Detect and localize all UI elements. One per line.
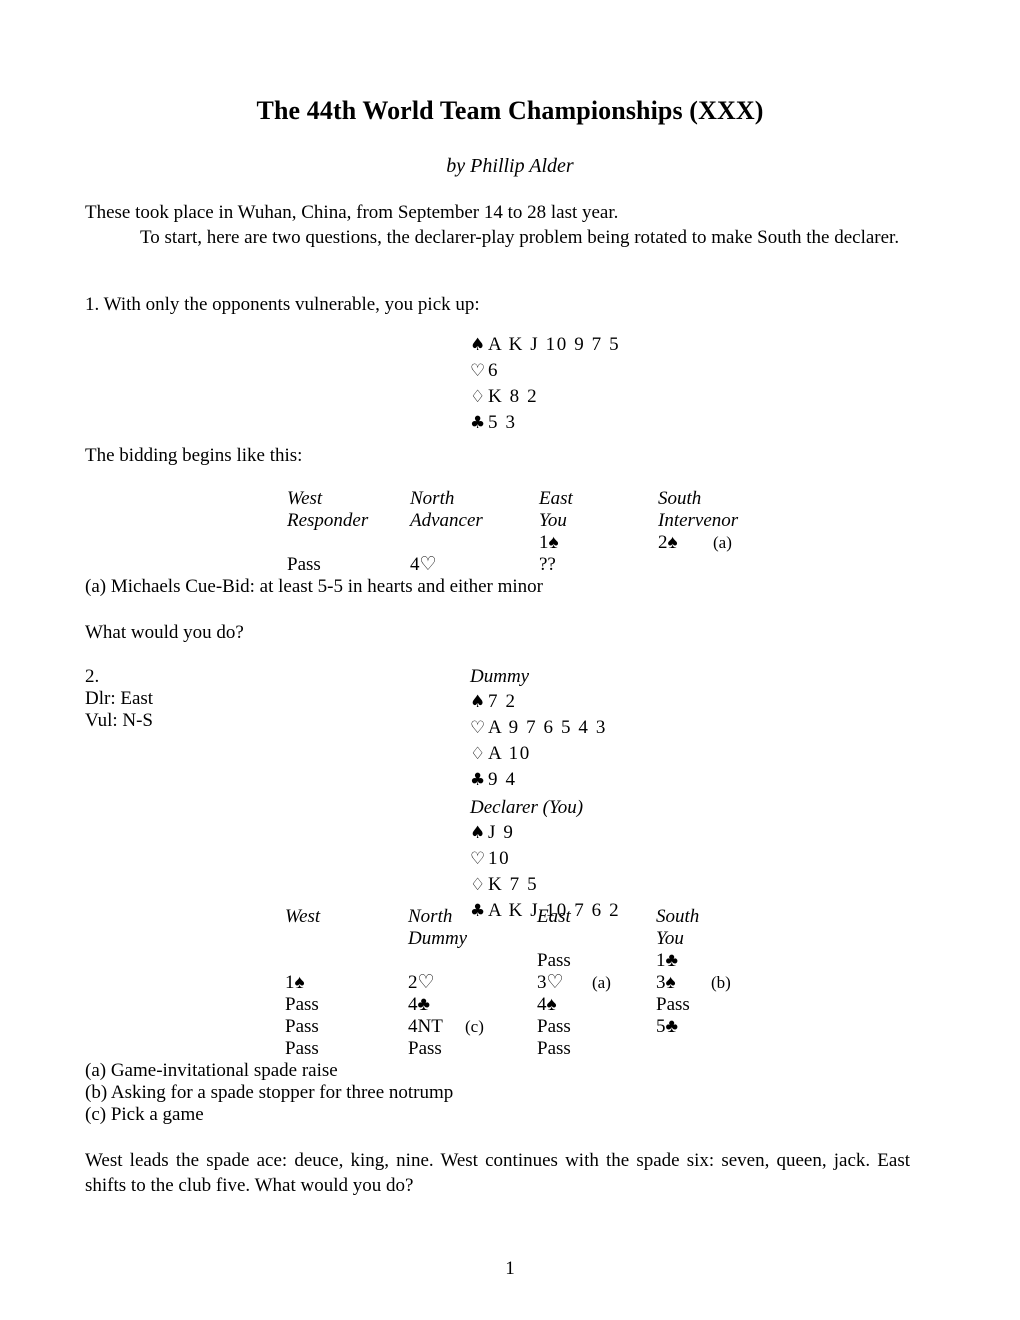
bid-east: ?? [539,554,556,575]
bid-south: 1♣ [656,950,678,971]
dummy-hand: Dummy ♠ 7 2 ♡ A 9 7 6 5 4 3 ♢ A 10 ♣ 9 4 [470,664,607,793]
club-icon: ♣ [470,413,486,433]
hand-row-diamonds: ♢ K 7 5 [470,872,620,898]
document-page: The 44th World Team Championships (XXX) … [0,0,1020,1320]
auction-header-north: North [408,906,453,927]
bid-east: 4♠ [537,994,557,1015]
diamond-icon: ♢ [470,387,486,407]
declarer-hand-label: Declarer (You) [470,797,584,818]
problem-2-footnote-c: (c) Pick a game [85,1104,204,1125]
bid-north: 2♡ [408,972,435,993]
auction-role-north: Dummy [408,928,468,949]
bid-note-south: (b) [711,973,731,992]
diamond-icon: ♢ [470,875,486,895]
hand-row-spades: ♠ 7 2 [470,689,607,715]
auction-header-east: East [537,906,571,927]
bid-north: 4NT [408,1016,443,1037]
problem-1-footnote-a: (a) Michaels Cue-Bid: at least 5-5 in he… [85,576,543,597]
bid-north: 4♡ [410,554,437,575]
auction-role-south: You [656,928,684,949]
problem-1-bidding-intro: The bidding begins like this: [85,445,303,466]
problem-2-footnote-b: (b) Asking for a spade stopper for three… [85,1082,454,1103]
heart-icon: ♡ [470,718,486,738]
intro-paragraph-1: These took place in Wuhan, China, from S… [85,202,619,223]
bid-west: Pass [285,994,319,1015]
auction-header-west: West [285,906,321,927]
diamond-cards: A 10 [488,743,531,764]
problem-2-closing-paragraph: West leads the spade ace: deuce, king, n… [85,1150,910,1196]
club-icon: ♣ [470,770,486,790]
problem-1-hand: ♠ A K J 10 9 7 5 ♡ 6 ♢ K 8 2 ♣ 5 3 [470,332,620,436]
spade-icon: ♠ [470,692,486,712]
hand-row-diamonds: ♢ A 10 [470,741,607,767]
auction-header-west: West [287,488,323,509]
diamond-icon: ♢ [470,744,486,764]
bid-note-south: (a) [713,533,732,552]
club-icon: ♣ [470,901,486,921]
heart-cards: 6 [488,360,500,381]
problem-1-question: What would you do? [85,622,244,643]
bid-north: Pass [408,1038,442,1059]
bid-north: 4♣ [408,994,430,1015]
bid-note-north: (c) [465,1017,484,1036]
auction-header-south: South [658,488,702,509]
hand-row-spades: ♠ J 9 [470,820,620,846]
bid-south: 2♠ [658,532,678,553]
auction-header-north: North [410,488,455,509]
bid-south: 3♠ [656,972,676,993]
auction-header-east: East [539,488,573,509]
hand-row-hearts: ♡ A 9 7 6 5 4 3 [470,715,607,741]
bid-south: 5♣ [656,1016,678,1037]
spade-cards: A K J 10 9 7 5 [488,334,621,355]
bid-west: Pass [287,554,321,575]
bid-east: Pass [537,1038,571,1059]
declarer-hand: Declarer (You) ♠ J 9 ♡ 10 ♢ K 7 5 ♣ A K J 10… [470,795,620,924]
bid-west: 1♠ [285,972,305,993]
heart-icon: ♡ [470,849,486,869]
problem-1-prompt: 1. With only the opponents vulnerable, y… [85,294,480,315]
hand-row-hearts: ♡ 10 [470,846,620,872]
spade-cards: 7 2 [488,691,517,712]
auction-role-south: Intervenor [658,510,739,531]
spade-icon: ♠ [470,335,486,355]
bid-east: 3♡ [537,972,564,993]
bid-east: 1♠ [539,532,559,553]
hand-row-clubs: ♣ 5 3 [470,410,620,436]
hand-row-diamonds: ♢ K 8 2 [470,384,620,410]
auction-role-east: You [539,510,567,531]
hand-row-clubs: ♣ 9 4 [470,767,607,793]
bid-east: Pass [537,950,571,971]
spade-cards: J 9 [488,822,515,843]
problem-2-footnote-a: (a) Game-invitational spade raise [85,1060,338,1081]
page-title: The 44th World Team Championships (XXX) [256,96,764,125]
bid-south: Pass [656,994,690,1015]
club-cards: 5 3 [488,412,517,433]
auction-header-south: South [656,906,700,927]
hand-row-hearts: ♡ 6 [470,358,620,384]
dummy-hand-label: Dummy [470,666,530,687]
auction-role-north: Advancer [410,510,483,531]
bid-east: Pass [537,1016,571,1037]
spade-icon: ♠ [470,823,486,843]
heart-cards: A 9 7 6 5 4 3 [488,717,607,738]
bid-west: Pass [285,1016,319,1037]
hand-row-spades: ♠ A K J 10 9 7 5 [470,332,620,358]
diamond-cards: K 8 2 [488,386,539,407]
heart-cards: 10 [488,848,511,869]
auction-role-west: Responder [287,510,369,531]
heart-icon: ♡ [470,361,486,381]
byline: by Phillip Alder [446,155,574,177]
bid-note-east: (a) [592,973,611,992]
club-cards: 9 4 [488,769,517,790]
page-number: 1 [505,1258,515,1279]
intro-paragraph-2: To start, here are two questions, the de… [140,227,900,248]
diamond-cards: K 7 5 [488,874,539,895]
bid-west: Pass [285,1038,319,1059]
